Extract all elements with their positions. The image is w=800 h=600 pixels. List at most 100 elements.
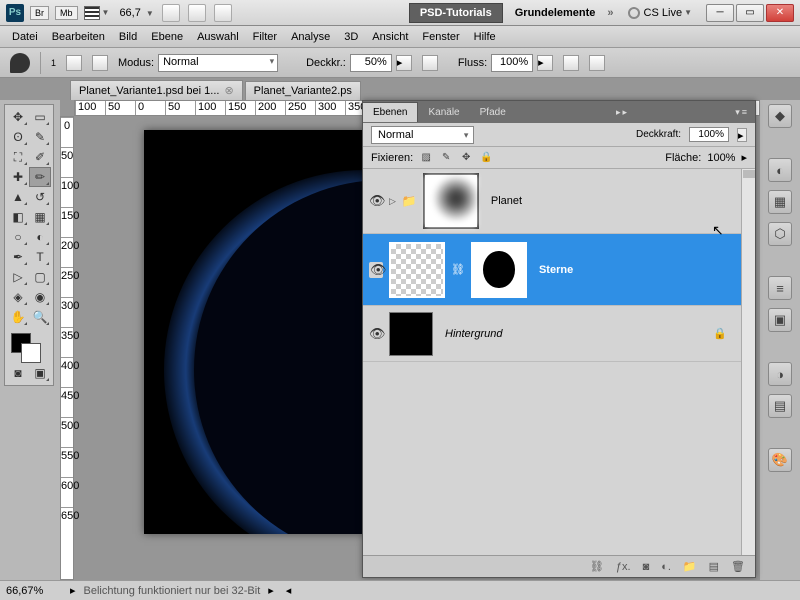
stamp-tool[interactable]: ▲ bbox=[7, 187, 29, 207]
airbrush-button[interactable] bbox=[563, 55, 579, 71]
eraser-tool[interactable]: ◧ bbox=[7, 207, 29, 227]
panel-collapse-icon[interactable]: ▸▸ bbox=[616, 107, 629, 118]
menu-filter[interactable]: Filter bbox=[253, 31, 277, 43]
layer-mask-thumbnail[interactable] bbox=[423, 173, 479, 229]
status-arrow-icon[interactable]: ▸ bbox=[70, 584, 76, 597]
lasso-tool[interactable]: ʘ bbox=[7, 127, 29, 147]
move-tool[interactable]: ✥ bbox=[7, 107, 29, 127]
delete-layer-icon[interactable]: 🗑 bbox=[731, 560, 745, 573]
layer-row[interactable]: 👁 Hintergrund 🔒 bbox=[363, 306, 741, 362]
menu-bild[interactable]: Bild bbox=[119, 31, 137, 43]
current-tool-icon[interactable] bbox=[10, 53, 30, 73]
layer-list-scrollbar[interactable] bbox=[741, 169, 755, 555]
bridge-button[interactable]: Br bbox=[30, 6, 49, 20]
quick-mask-button[interactable]: ◙ bbox=[7, 363, 29, 383]
menu-bearbeiten[interactable]: Bearbeiten bbox=[52, 31, 105, 43]
menu-ebene[interactable]: Ebene bbox=[151, 31, 183, 43]
opacity-input[interactable]: 50% bbox=[350, 54, 392, 72]
styles-dock-icon[interactable]: ⬡ bbox=[768, 222, 792, 246]
hand-tool[interactable]: ✋ bbox=[7, 307, 29, 327]
minimize-button[interactable]: ─ bbox=[706, 4, 734, 22]
brush-panel-toggle[interactable] bbox=[92, 55, 108, 71]
ruler-vertical[interactable]: 050100150200250300350400450500550600650 bbox=[60, 116, 74, 580]
brush-size-label[interactable]: 1 bbox=[51, 58, 56, 68]
menu-datei[interactable]: Datei bbox=[12, 31, 38, 43]
background-color[interactable] bbox=[21, 343, 41, 363]
gradient-tool[interactable]: ▦ bbox=[29, 207, 51, 227]
add-mask-icon[interactable]: ◙ bbox=[643, 561, 650, 573]
shape-tool[interactable]: ▢ bbox=[29, 267, 51, 287]
workspace-psd-tutorials[interactable]: PSD-Tutorials bbox=[409, 3, 503, 23]
flow-slider-toggle[interactable]: ▸ bbox=[537, 55, 553, 71]
layer-row[interactable]: 👁 ⛓ Sterne bbox=[363, 234, 741, 306]
workspace-grundelemente[interactable]: Grundelemente bbox=[515, 7, 596, 19]
color-swatches[interactable] bbox=[7, 331, 51, 361]
workspace-more-icon[interactable]: » bbox=[607, 7, 613, 19]
eyedropper-tool[interactable]: ✐ bbox=[29, 147, 51, 167]
crop-tool[interactable]: ⛶ bbox=[7, 147, 29, 167]
opacity-slider-icon[interactable]: ▸ bbox=[737, 128, 747, 142]
3d-camera-tool[interactable]: ◉ bbox=[29, 287, 51, 307]
screen-mode-button[interactable]: ▣ bbox=[29, 363, 51, 383]
screen-mode-button[interactable] bbox=[214, 4, 232, 22]
layer-row[interactable]: 👁 ▷ 📁 Planet bbox=[363, 169, 741, 234]
new-group-icon[interactable]: 📁 bbox=[683, 560, 697, 573]
status-zoom[interactable]: 66,67% bbox=[6, 585, 62, 597]
layers-dock-icon[interactable]: ◆ bbox=[768, 104, 792, 128]
document-canvas[interactable] bbox=[144, 130, 364, 534]
tab-close-icon[interactable]: ⊗ bbox=[224, 84, 233, 97]
layer-fx-icon[interactable]: ƒx. bbox=[616, 561, 631, 573]
visibility-toggle-icon[interactable]: 👁 bbox=[369, 193, 383, 209]
layer-blend-mode-select[interactable]: Normal bbox=[371, 126, 474, 144]
cs-live-button[interactable]: CS Live ▼ bbox=[628, 7, 692, 19]
lock-pixels-icon[interactable]: ✎ bbox=[439, 151, 453, 165]
pen-tool[interactable]: ✒ bbox=[7, 247, 29, 267]
panel-tab-kanaele[interactable]: Kanäle bbox=[418, 103, 469, 122]
layer-mask-thumbnail[interactable] bbox=[471, 242, 527, 298]
menu-auswahl[interactable]: Auswahl bbox=[197, 31, 239, 43]
minibridge-button[interactable]: Mb bbox=[55, 6, 78, 20]
new-layer-icon[interactable]: ▤ bbox=[709, 560, 719, 573]
dodge-tool[interactable]: ◐ bbox=[29, 227, 51, 247]
document-tab[interactable]: Planet_Variante1.psd bei 1... ⊗ bbox=[70, 80, 243, 100]
document-layout-icon[interactable] bbox=[84, 6, 100, 20]
brush-preset-picker[interactable] bbox=[66, 55, 82, 71]
opacity-slider-toggle[interactable]: ▸ bbox=[396, 55, 412, 71]
quick-select-tool[interactable]: ✎ bbox=[29, 127, 51, 147]
menu-3d[interactable]: 3D bbox=[344, 31, 358, 43]
marquee-tool[interactable]: ▭ bbox=[29, 107, 51, 127]
color-dock-icon[interactable]: ◐ bbox=[768, 158, 792, 182]
history-brush-tool[interactable]: ↺ bbox=[29, 187, 51, 207]
brush-tool[interactable]: ✏ bbox=[29, 167, 51, 187]
zoom-tool[interactable]: 🔍 bbox=[29, 307, 51, 327]
panel-menu-icon[interactable]: ▾≡ bbox=[735, 107, 749, 118]
panel-tab-ebenen[interactable]: Ebenen bbox=[363, 102, 418, 122]
status-arrow-icon[interactable]: ▸ bbox=[268, 584, 274, 597]
tablet-opacity-button[interactable] bbox=[422, 55, 438, 71]
layer-name[interactable]: Hintergrund bbox=[445, 328, 502, 340]
panel-tab-pfade[interactable]: Pfade bbox=[470, 103, 516, 122]
layer-name[interactable]: Sterne bbox=[539, 264, 573, 276]
layer-thumbnail[interactable] bbox=[389, 242, 445, 298]
mask-link-icon[interactable]: ⛓ bbox=[451, 263, 465, 276]
menu-fenster[interactable]: Fenster bbox=[422, 31, 459, 43]
view-extras-button[interactable] bbox=[162, 4, 180, 22]
status-scroll-left-icon[interactable]: ◂ bbox=[286, 584, 292, 597]
group-expand-icon[interactable]: ▷ bbox=[389, 196, 396, 207]
lock-position-icon[interactable]: ✥ bbox=[459, 151, 473, 165]
flow-input[interactable]: 100% bbox=[491, 54, 533, 72]
visibility-toggle-icon[interactable]: 👁 bbox=[369, 262, 383, 278]
3d-tool[interactable]: ◈ bbox=[7, 287, 29, 307]
path-select-tool[interactable]: ▷ bbox=[7, 267, 29, 287]
blur-tool[interactable]: ○ bbox=[7, 227, 29, 247]
healing-tool[interactable]: ✚ bbox=[7, 167, 29, 187]
masks-dock-icon[interactable]: ▣ bbox=[768, 308, 792, 332]
link-layers-icon[interactable]: ⛓ bbox=[590, 560, 604, 573]
actions-dock-icon[interactable]: ▤ bbox=[768, 394, 792, 418]
lock-transparency-icon[interactable]: ▨ bbox=[419, 151, 433, 165]
fill-slider-icon[interactable]: ▸ bbox=[741, 151, 747, 164]
menu-analyse[interactable]: Analyse bbox=[291, 31, 330, 43]
adjustments-dock-icon[interactable]: ≡ bbox=[768, 276, 792, 300]
lock-all-icon[interactable]: 🔒 bbox=[479, 151, 493, 165]
visibility-toggle-icon[interactable]: 👁 bbox=[369, 326, 383, 342]
